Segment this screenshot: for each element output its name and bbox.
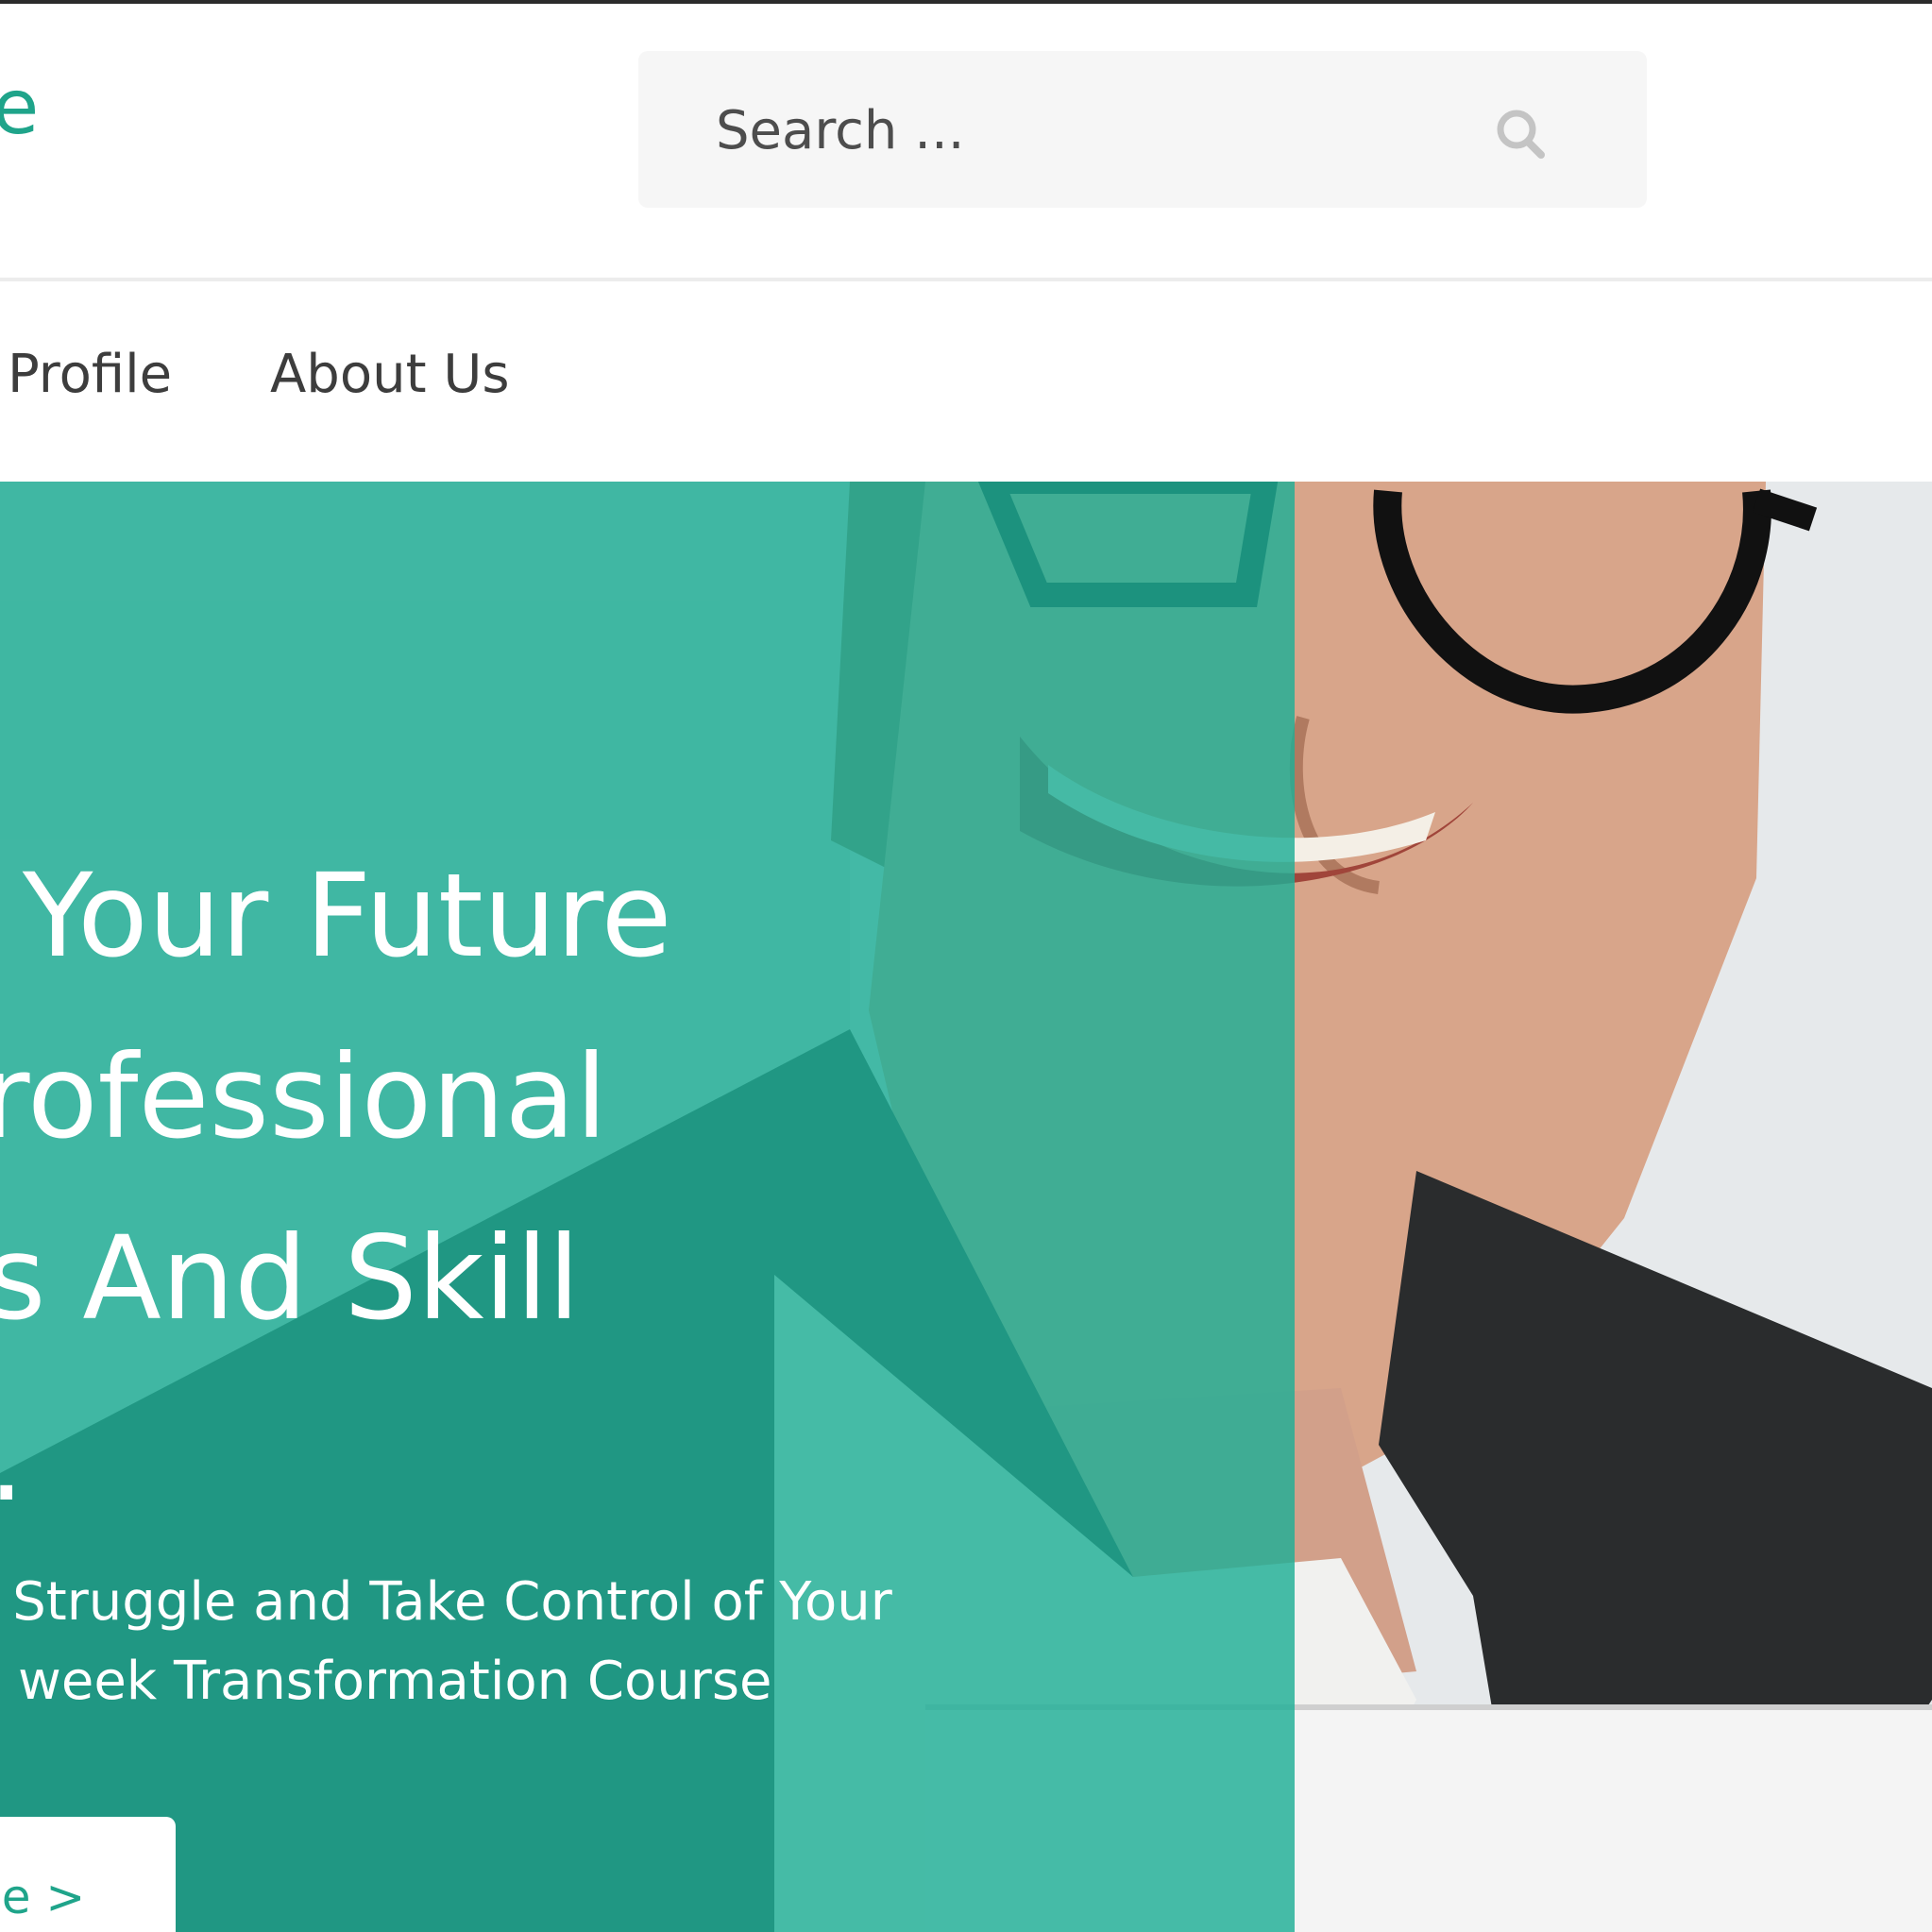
subscribe-button[interactable]: be > — [0, 1817, 176, 1932]
hero-banner: e Your Future Professional es And Skill … — [0, 482, 1932, 1932]
nav-item-about-us[interactable]: About Us — [270, 344, 510, 405]
hero-subtext-line: 12 week Transformation Course — [0, 1651, 772, 1712]
hero-subtext-line: ial Struggle and Take Control of Your — [0, 1571, 892, 1633]
hero-subtext: ial Struggle and Take Control of Your 12… — [0, 1563, 1067, 1721]
site-logo[interactable]: e — [0, 60, 39, 155]
nav-item-profile[interactable]: Profile — [8, 344, 172, 405]
search-input[interactable] — [714, 87, 1492, 174]
hero-headline-line: h. — [0, 1369, 1143, 1551]
subscribe-button-label: be > — [0, 1870, 86, 1924]
hero-headline-line: e Your Future — [0, 849, 672, 983]
search-box — [638, 51, 1647, 208]
main-nav: Profile About Us — [0, 281, 1932, 482]
hero-headline-line: es And Skill — [0, 1212, 581, 1346]
search-icon[interactable] — [1488, 101, 1554, 167]
hero-headline-line: Professional — [0, 1030, 608, 1164]
hero-headline: e Your Future Professional es And Skill … — [0, 825, 1143, 1551]
site-header: e — [0, 4, 1932, 278]
